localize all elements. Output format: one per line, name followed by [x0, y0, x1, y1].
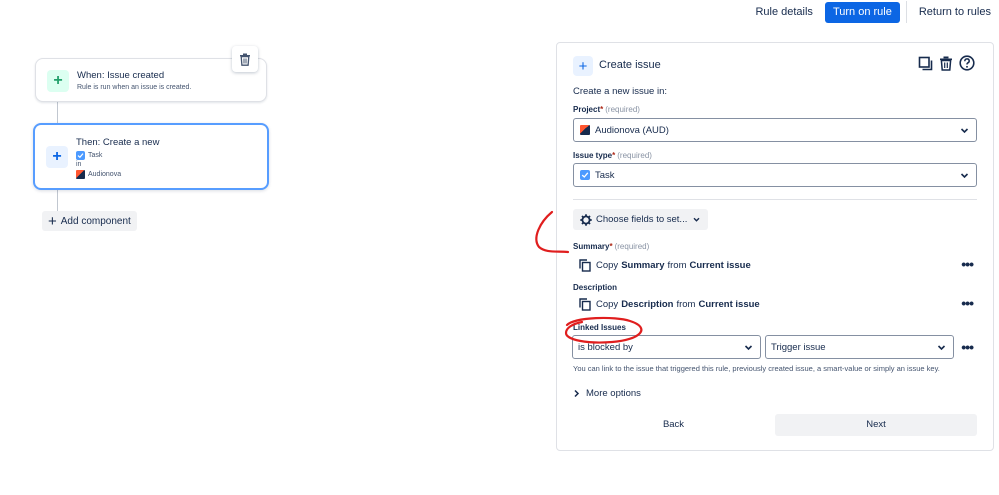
action-card[interactable]: + Then: Create a new Task in Audionova — [33, 123, 269, 190]
workflow-connector — [57, 190, 58, 211]
more-options-toggle[interactable]: More options — [573, 388, 641, 399]
project-select[interactable]: Audionova (AUD) — [573, 118, 977, 142]
turn-on-rule-button[interactable]: Turn on rule — [824, 1, 900, 23]
summary-label: Summary* (required) — [573, 242, 650, 251]
chevron-down-icon — [960, 173, 969, 179]
plus-icon: + — [48, 212, 57, 230]
rule-details-link[interactable]: Rule details — [747, 1, 820, 23]
chevron-right-icon — [574, 389, 580, 398]
action-title: Then: Create a new — [76, 137, 160, 148]
action-issue-type: Task — [76, 151, 102, 160]
issue-type-label: Issue type* (required) — [573, 151, 652, 160]
workflow-connector — [57, 102, 58, 123]
task-checkbox-icon — [76, 151, 85, 160]
choose-fields-button[interactable]: Choose fields to set... — [573, 209, 709, 230]
back-button[interactable]: Back — [573, 414, 774, 436]
delete-component-button[interactable] — [232, 46, 258, 72]
plus-icon: + — [46, 146, 68, 168]
next-button[interactable]: Next — [775, 414, 977, 436]
description-copy-value[interactable]: Copy Description from Current issue — [579, 298, 763, 311]
chevron-down-icon — [937, 345, 946, 351]
project-label: Project* (required) — [573, 105, 640, 114]
action-project: Audionova — [76, 170, 121, 179]
copy-icon — [579, 259, 591, 272]
link-type-select[interactable]: is blocked by — [572, 335, 761, 359]
description-more-actions[interactable]: ••• — [961, 296, 974, 310]
create-intro-text: Create a new issue in: — [573, 86, 667, 97]
trigger-title: When: Issue created — [77, 70, 165, 81]
summary-more-actions[interactable]: ••• — [961, 257, 974, 271]
linked-issues-label: Linked Issues — [573, 323, 626, 332]
chevron-down-icon — [960, 128, 969, 134]
plus-icon: + — [573, 56, 593, 76]
copy-icon — [579, 298, 591, 311]
gear-icon — [580, 213, 592, 226]
description-label: Description — [573, 283, 618, 292]
action-in-label: in — [76, 161, 82, 168]
issue-type-select[interactable]: Task — [573, 163, 977, 187]
task-checkbox-icon — [580, 170, 590, 180]
help-icon[interactable] — [959, 55, 975, 71]
project-avatar-icon — [76, 170, 85, 179]
trash-icon[interactable] — [939, 56, 953, 71]
plus-icon: + — [47, 70, 69, 92]
chevron-down-icon — [693, 217, 700, 222]
panel-tools — [918, 55, 975, 71]
linked-issues-more-actions[interactable]: ••• — [961, 340, 974, 354]
panel-title: Create issue — [599, 59, 661, 71]
duplicate-icon[interactable] — [918, 56, 933, 71]
chevron-down-icon — [744, 345, 753, 351]
section-divider — [573, 199, 977, 200]
trash-icon — [240, 53, 250, 66]
add-component-button[interactable]: + Add component — [42, 211, 137, 231]
link-target-select[interactable]: Trigger issue — [765, 335, 954, 359]
toolbar-divider — [905, 1, 907, 23]
project-avatar-icon — [580, 125, 590, 135]
create-issue-panel: + Create issue Create a new issue in: Pr… — [556, 42, 994, 451]
top-toolbar: Rule details Turn on rule Return to rule… — [747, 0, 999, 24]
linked-issues-helper-text: You can link to the issue that triggered… — [573, 364, 940, 373]
summary-copy-value[interactable]: Copy Summary from Current issue — [579, 259, 754, 272]
trigger-subtitle: Rule is run when an issue is created. — [77, 84, 192, 91]
return-to-rules-link[interactable]: Return to rules — [911, 1, 999, 23]
